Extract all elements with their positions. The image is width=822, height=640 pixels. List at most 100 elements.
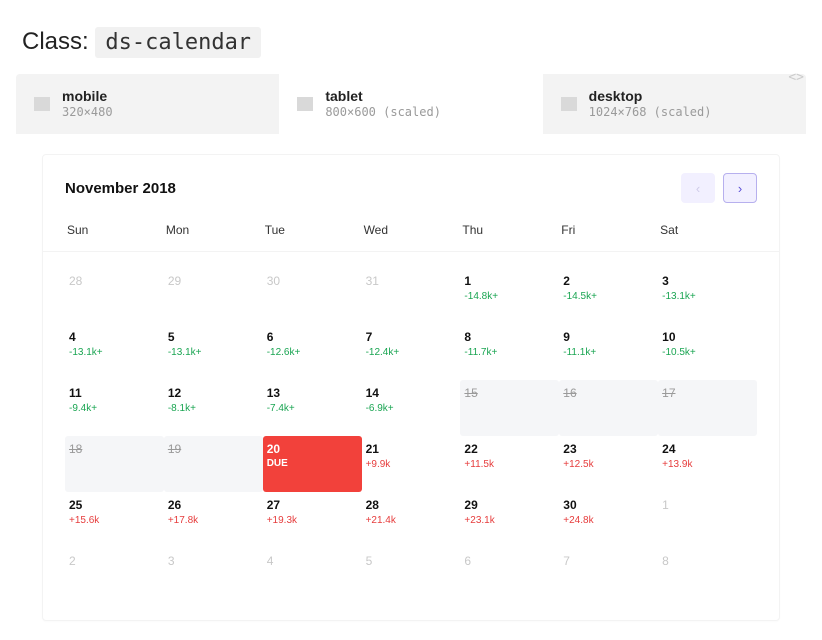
calendar-nav: ‹ › <box>681 173 757 203</box>
cell-value: +12.5k <box>563 458 652 471</box>
calendar-cell[interactable]: 28+21.4k <box>362 492 461 548</box>
cell-value: +11.5k <box>464 458 553 471</box>
tab-dims: 320×480 <box>62 105 113 121</box>
cell-value: -12.4k+ <box>366 346 455 359</box>
cell-value: -6.9k+ <box>366 402 455 415</box>
dow-label: Mon <box>164 223 263 237</box>
day-number: 25 <box>69 498 158 512</box>
calendar-cell[interactable]: 18 <box>65 436 164 492</box>
calendar-cell[interactable]: 30+24.8k <box>559 492 658 548</box>
day-number: 8 <box>662 554 751 568</box>
calendar-cell[interactable]: 12 -8.1k+ <box>164 380 263 436</box>
day-number: 30 <box>267 274 356 288</box>
calendar-title: November 2018 <box>65 180 176 197</box>
calendar-cell[interactable]: 21+9.9k <box>362 436 461 492</box>
calendar-cell[interactable]: 3 <box>164 548 263 604</box>
day-number: 22 <box>464 442 553 456</box>
calendar-cell[interactable]: 16 <box>559 380 658 436</box>
calendar-cell[interactable]: 29+23.1k <box>460 492 559 548</box>
chevron-right-icon: › <box>738 181 742 196</box>
next-month-button[interactable]: › <box>723 173 757 203</box>
calendar-cell[interactable]: 15 <box>460 380 559 436</box>
calendar-cell[interactable]: 7 -12.4k+ <box>362 324 461 380</box>
calendar-cell[interactable]: 8-11.7k+ <box>460 324 559 380</box>
day-number: 14 <box>366 386 455 400</box>
tab-dims: 800×600 (scaled) <box>325 105 441 121</box>
calendar-cell[interactable]: 25 +15.6k <box>65 492 164 548</box>
device-tabs: mobile 320×480 tablet 800×600 (scaled) d… <box>16 74 806 134</box>
tab-label: desktop <box>589 88 712 105</box>
tab-tablet[interactable]: tablet 800×600 (scaled) <box>279 74 542 134</box>
day-number: 9 <box>563 330 652 344</box>
dow-label: Sat <box>658 223 757 237</box>
day-number: 7 <box>366 330 455 344</box>
calendar: November 2018 ‹ › SunMonTueWedThuFriSat … <box>42 154 780 621</box>
cell-value: +15.6k <box>69 514 158 527</box>
calendar-cell[interactable]: 24+13.9k <box>658 436 757 492</box>
calendar-cell[interactable]: 22 +11.5k <box>460 436 559 492</box>
calendar-cell[interactable]: 4 <box>263 548 362 604</box>
calendar-cell[interactable]: 27+19.3k <box>263 492 362 548</box>
day-number: 19 <box>168 442 257 456</box>
calendar-cell[interactable]: 10-10.5k+ <box>658 324 757 380</box>
calendar-cell[interactable]: 19 <box>164 436 263 492</box>
day-number: 12 <box>168 386 257 400</box>
class-name: ds-calendar <box>95 27 261 58</box>
cell-value: -7.4k+ <box>267 402 356 415</box>
day-number: 1 <box>464 274 553 288</box>
calendar-cell[interactable]: 28 <box>65 268 164 324</box>
calendar-cell[interactable]: 2-14.5k+ <box>559 268 658 324</box>
calendar-cell[interactable]: 7 <box>559 548 658 604</box>
calendar-cell[interactable]: 9-11.1k+ <box>559 324 658 380</box>
calendar-cell[interactable]: 14 -6.9k+ <box>362 380 461 436</box>
calendar-cell[interactable]: 5 <box>362 548 461 604</box>
calendar-cell[interactable]: 3-13.1k+ <box>658 268 757 324</box>
calendar-cell[interactable]: 13-7.4k+ <box>263 380 362 436</box>
day-number: 7 <box>563 554 652 568</box>
day-number: 18 <box>69 442 158 456</box>
calendar-cell[interactable]: 8 <box>658 548 757 604</box>
day-number: 16 <box>563 386 652 400</box>
day-number: 5 <box>168 330 257 344</box>
calendar-cell[interactable]: 11-9.4k+ <box>65 380 164 436</box>
calendar-cell[interactable]: 1 <box>658 492 757 548</box>
calendar-cell[interactable]: 23 +12.5k <box>559 436 658 492</box>
day-number: 29 <box>464 498 553 512</box>
cell-value: +9.9k <box>366 458 455 471</box>
dow-label: Tue <box>263 223 362 237</box>
day-number: 11 <box>69 386 158 400</box>
calendar-cell[interactable]: 26+17.8k <box>164 492 263 548</box>
day-number: 4 <box>69 330 158 344</box>
cell-value: -10.5k+ <box>662 346 751 359</box>
calendar-grid: 282930311-14.8k+2-14.5k+3-13.1k+4-13.1k+… <box>43 252 779 620</box>
day-number: 1 <box>662 498 751 512</box>
code-toggle-icon[interactable]: <> <box>788 70 804 85</box>
tab-mobile[interactable]: mobile 320×480 <box>16 74 279 134</box>
calendar-cell[interactable]: 17 <box>658 380 757 436</box>
day-number: 8 <box>464 330 553 344</box>
calendar-cell[interactable]: 31 <box>362 268 461 324</box>
day-number: 3 <box>662 274 751 288</box>
cell-value: -8.1k+ <box>168 402 257 415</box>
calendar-cell[interactable]: 6 <box>460 548 559 604</box>
device-icon <box>561 97 577 111</box>
day-number: 31 <box>366 274 455 288</box>
day-number: 23 <box>563 442 652 456</box>
dow-label: Fri <box>559 223 658 237</box>
calendar-cell[interactable]: 20DUE <box>263 436 362 492</box>
calendar-cell[interactable]: 1-14.8k+ <box>460 268 559 324</box>
cell-value: +24.8k <box>563 514 652 527</box>
prev-month-button[interactable]: ‹ <box>681 173 715 203</box>
calendar-cell[interactable]: 29 <box>164 268 263 324</box>
calendar-cell[interactable]: 2 <box>65 548 164 604</box>
tab-desktop[interactable]: desktop 1024×768 (scaled) <box>543 74 806 134</box>
calendar-cell[interactable]: 5-13.1k+ <box>164 324 263 380</box>
calendar-cell[interactable]: 6-12.6k+ <box>263 324 362 380</box>
dow-label: Sun <box>65 223 164 237</box>
calendar-stage: November 2018 ‹ › SunMonTueWedThuFriSat … <box>16 134 806 621</box>
calendar-cell[interactable]: 30 <box>263 268 362 324</box>
day-number: 2 <box>563 274 652 288</box>
chevron-left-icon: ‹ <box>696 181 700 196</box>
day-number: 6 <box>267 330 356 344</box>
calendar-cell[interactable]: 4-13.1k+ <box>65 324 164 380</box>
